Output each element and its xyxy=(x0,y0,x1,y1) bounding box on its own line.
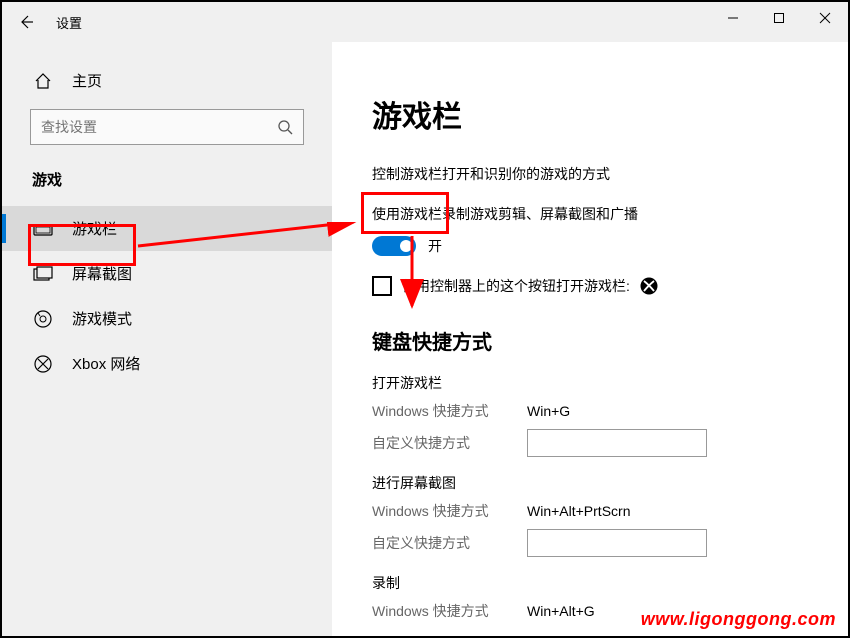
windows-shortcut-value: Win+G xyxy=(527,403,570,419)
sidebar-item-captures[interactable]: 屏幕截图 xyxy=(2,251,332,296)
home-icon xyxy=(32,72,54,90)
game-bar-toggle[interactable] xyxy=(372,236,416,256)
windows-shortcut-label: Windows 快捷方式 xyxy=(372,401,527,421)
sidebar-item-game-mode[interactable]: 游戏模式 xyxy=(2,296,332,341)
window-controls xyxy=(710,2,848,34)
custom-shortcut-input[interactable] xyxy=(527,529,707,557)
sidebar-item-game-bar[interactable]: 游戏栏 xyxy=(2,206,332,251)
shortcut-group-name: 进行屏幕截图 xyxy=(372,473,808,493)
toggle-state-label: 开 xyxy=(428,236,442,256)
shortcut-group-open: 打开游戏栏 Windows 快捷方式 Win+G 自定义快捷方式 xyxy=(372,373,808,457)
game-mode-icon xyxy=(32,310,54,328)
controller-checkbox[interactable] xyxy=(372,276,392,296)
game-bar-icon xyxy=(32,221,54,237)
minimize-button[interactable] xyxy=(710,2,756,34)
window-title: 设置 xyxy=(56,13,82,32)
maximize-button[interactable] xyxy=(756,2,802,34)
search-input[interactable] xyxy=(41,119,277,135)
back-button[interactable] xyxy=(14,10,38,34)
windows-shortcut-value: Win+Alt+PrtScrn xyxy=(527,503,630,519)
windows-shortcut-label: Windows 快捷方式 xyxy=(372,601,527,621)
sidebar-item-xbox-networking[interactable]: Xbox 网络 xyxy=(2,341,332,386)
sidebar-home-label: 主页 xyxy=(72,70,102,91)
content-panel: 游戏栏 控制游戏栏打开和识别你的游戏的方式 使用游戏栏录制游戏剪辑、屏幕截图和广… xyxy=(332,42,848,636)
close-icon xyxy=(819,12,831,24)
toggle-description: 使用游戏栏录制游戏剪辑、屏幕截图和广播 xyxy=(372,204,808,224)
shortcut-group-name: 打开游戏栏 xyxy=(372,373,808,393)
shortcut-group-screenshot: 进行屏幕截图 Windows 快捷方式 Win+Alt+PrtScrn 自定义快… xyxy=(372,473,808,557)
checkbox-label: 使用控制器上的这个按钮打开游戏栏: xyxy=(402,276,630,296)
shortcut-group-name: 录制 xyxy=(372,573,808,593)
sidebar-section-heading: 游戏 xyxy=(2,169,332,206)
maximize-icon xyxy=(773,12,785,24)
sidebar-item-label: 游戏栏 xyxy=(72,218,117,239)
windows-shortcut-value: Win+Alt+G xyxy=(527,603,595,619)
custom-shortcut-label: 自定义快捷方式 xyxy=(372,533,527,553)
sidebar-item-label: 屏幕截图 xyxy=(72,263,132,284)
shortcut-group-record: 录制 Windows 快捷方式 Win+Alt+G xyxy=(372,573,808,621)
sidebar: 主页 游戏 游戏栏 屏幕截图 游戏模式 Xbox 网络 xyxy=(2,42,332,636)
minimize-icon xyxy=(727,12,739,24)
windows-shortcut-label: Windows 快捷方式 xyxy=(372,501,527,521)
arrow-left-icon xyxy=(17,13,35,31)
sidebar-item-label: Xbox 网络 xyxy=(72,353,140,374)
titlebar: 设置 xyxy=(2,2,848,42)
search-icon xyxy=(277,119,293,135)
xbox-icon xyxy=(32,355,54,373)
close-button[interactable] xyxy=(802,2,848,34)
sidebar-item-label: 游戏模式 xyxy=(72,308,132,329)
page-title: 游戏栏 xyxy=(372,92,808,136)
search-box[interactable] xyxy=(30,109,304,145)
shortcuts-heading: 键盘快捷方式 xyxy=(372,326,808,355)
custom-shortcut-input[interactable] xyxy=(527,429,707,457)
page-description: 控制游戏栏打开和识别你的游戏的方式 xyxy=(372,164,808,184)
captures-icon xyxy=(32,266,54,282)
xbox-button-icon xyxy=(640,277,658,295)
custom-shortcut-label: 自定义快捷方式 xyxy=(372,433,527,453)
sidebar-home[interactable]: 主页 xyxy=(2,62,332,109)
